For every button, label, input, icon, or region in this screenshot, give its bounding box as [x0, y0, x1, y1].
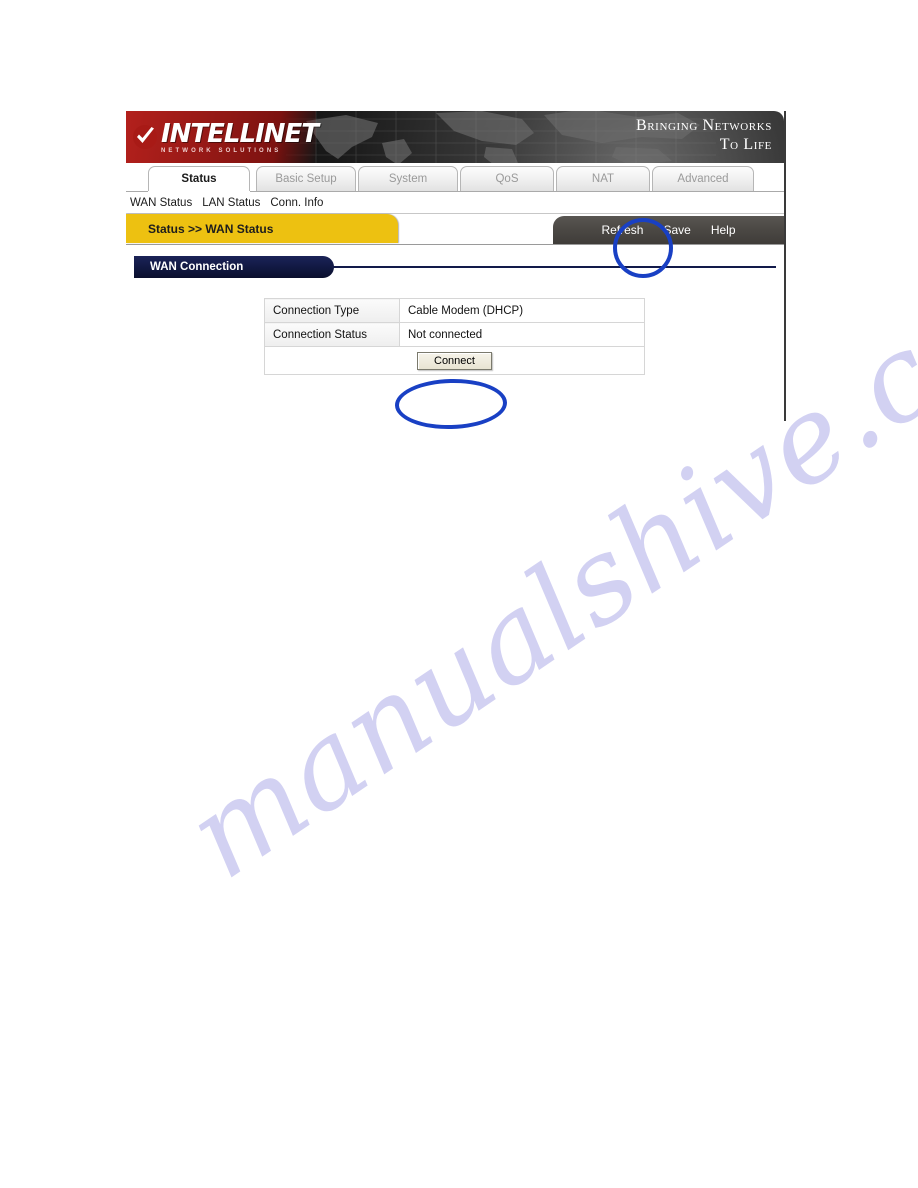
router-admin-ui: INTELLINET NETWORK SOLUTIONS Bringing Ne…: [126, 111, 786, 421]
section-title-pill: WAN Connection: [134, 256, 334, 278]
tab-label: Basic Setup: [275, 173, 337, 185]
tab-qos[interactable]: QoS: [460, 166, 554, 191]
tab-label: QoS: [495, 173, 519, 185]
table-row: Connection Status Not connected: [264, 322, 645, 347]
table-row: Connection Type Cable Modem (DHCP): [264, 298, 645, 323]
subnav-item-conn-info[interactable]: Conn. Info: [270, 197, 323, 209]
brand-banner: INTELLINET NETWORK SOLUTIONS Bringing Ne…: [126, 111, 784, 163]
tab-nat[interactable]: NAT: [556, 166, 650, 191]
row-value: Not connected: [399, 322, 645, 347]
tab-label: Advanced: [677, 173, 729, 185]
brand-tagline: Bringing Networks To Life: [636, 116, 772, 154]
tab-label: Status: [181, 173, 217, 185]
title-strip: Status >> WAN Status Refresh Save Help: [126, 214, 784, 245]
tab-status[interactable]: Status: [148, 166, 250, 191]
connect-button[interactable]: Connect: [417, 351, 492, 370]
subnav-item-wan-status[interactable]: WAN Status: [130, 197, 192, 209]
tab-advanced[interactable]: Advanced: [652, 166, 754, 191]
help-button[interactable]: Help: [711, 223, 736, 237]
tab-system[interactable]: System: [358, 166, 458, 191]
row-value: Cable Modem (DHCP): [399, 298, 645, 323]
page-body: WAN Connection Connection Type Cable Mod…: [126, 245, 784, 421]
row-label: Connection Status: [264, 322, 400, 347]
action-cell: Connect: [264, 346, 645, 375]
tab-label: NAT: [591, 173, 615, 185]
breadcrumb: Status >> WAN Status: [126, 214, 398, 243]
section-header: WAN Connection: [134, 256, 776, 278]
tab-basic-setup[interactable]: Basic Setup: [256, 166, 356, 191]
checkmark-icon: [133, 125, 157, 149]
subnav-item-lan-status[interactable]: LAN Status: [202, 197, 260, 209]
save-button[interactable]: Save: [663, 223, 690, 237]
table-action-row: Connect: [264, 346, 645, 375]
main-tab-bar: Status Basic Setup System QoS NAT Advanc…: [126, 163, 784, 192]
breadcrumb-text: Status >> WAN Status: [148, 221, 274, 236]
intellinet-logo: INTELLINET NETWORK SOLUTIONS: [126, 111, 319, 163]
section-title: WAN Connection: [150, 261, 244, 273]
wan-connection-table: Connection Type Cable Modem (DHCP) Conne…: [264, 298, 645, 375]
tagline-line-2: To Life: [719, 136, 772, 153]
refresh-button[interactable]: Refresh: [601, 223, 643, 237]
section-divider: [332, 266, 776, 268]
tagline-line-1: Bringing Networks: [635, 117, 772, 134]
page-toolbar: Refresh Save Help: [553, 216, 784, 244]
logo-wordmark: INTELLINET: [161, 118, 319, 149]
row-label: Connection Type: [264, 298, 400, 323]
sub-navigation: WAN Status LAN Status Conn. Info: [126, 192, 784, 214]
tab-label: System: [388, 173, 428, 185]
